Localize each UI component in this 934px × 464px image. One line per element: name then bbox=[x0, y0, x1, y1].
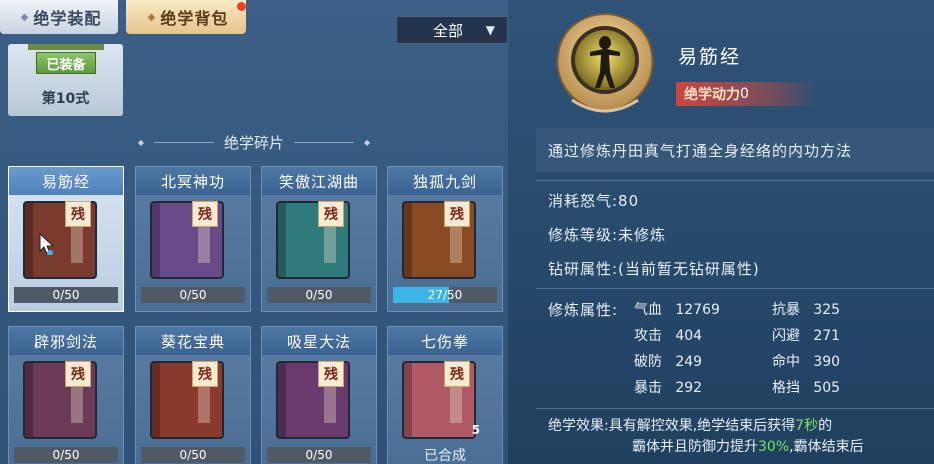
stat-item: 暴击 292 bbox=[634, 380, 703, 396]
pointer-cursor-icon bbox=[39, 233, 55, 255]
progress-text: 27/50 bbox=[427, 288, 463, 302]
stat-item: 气血 12769 bbox=[634, 302, 720, 318]
fragment-card[interactable]: 七伤拳 残 5 已合成 bbox=[387, 326, 503, 464]
filter-dropdown[interactable]: 全部 ▼ bbox=[396, 16, 508, 44]
skill-effect: 绝学效果:具有解控效果,绝学结束后获得7秒的 霸体并且防御力提升30%,霸体结束… bbox=[548, 418, 864, 455]
stat-item: 破防 249 bbox=[634, 354, 703, 370]
fragment-progress: 0/50 bbox=[267, 287, 371, 303]
progress-text: 0/50 bbox=[52, 448, 80, 462]
skill-description: 通过修炼丹田真气打通全身经络的内功方法 bbox=[536, 128, 934, 172]
power-label: 绝学动力 bbox=[684, 87, 740, 103]
notification-dot-icon bbox=[237, 2, 246, 11]
progress-text: 0/50 bbox=[305, 448, 333, 462]
fragment-badge: 残 bbox=[444, 361, 470, 387]
stat-item: 命中 390 bbox=[772, 354, 841, 370]
skill-title: 易筋经 bbox=[678, 46, 742, 68]
progress-text: 0/50 bbox=[305, 288, 333, 302]
effect-label: 绝学效果: bbox=[548, 418, 609, 434]
form-label: 第10式 bbox=[41, 91, 90, 107]
stat-item: 格挡 505 bbox=[772, 380, 841, 396]
equipped-badge: 已装备 bbox=[36, 52, 96, 74]
fragment-name: 吸星大法 bbox=[262, 327, 376, 355]
divider bbox=[536, 288, 934, 289]
rage-cost: 消耗怒气:80 bbox=[548, 192, 640, 210]
chevron-down-icon: ▼ bbox=[485, 23, 495, 37]
skill-power-bar: 绝学动力 0 bbox=[676, 82, 816, 106]
fragment-progress: 0/50 bbox=[141, 447, 245, 463]
fragment-name: 笑傲江湖曲 bbox=[262, 167, 376, 195]
stat-item: 攻击 404 bbox=[634, 328, 703, 344]
divider-line bbox=[153, 141, 214, 143]
diamond-icon: ◆ bbox=[137, 137, 144, 147]
progress-text: 0/50 bbox=[52, 288, 80, 302]
equipped-form-card[interactable]: 已装备 第10式 bbox=[8, 44, 123, 116]
progress-text: 0/50 bbox=[179, 288, 207, 302]
fragment-progress: 0/50 bbox=[14, 287, 118, 303]
fragment-name: 葵花宝典 bbox=[136, 327, 250, 355]
section-title-text: 绝学碎片 bbox=[223, 133, 284, 152]
skill-emblem-icon bbox=[556, 12, 654, 114]
stat-item: 抗暴 325 bbox=[772, 302, 841, 318]
divider bbox=[536, 180, 934, 181]
skill-detail-panel: 易筋经 绝学动力 0 通过修炼丹田真气打通全身经络的内功方法 消耗怒气:80 修… bbox=[508, 0, 934, 464]
fragment-card[interactable]: 辟邪剑法 残 0/50 bbox=[8, 326, 124, 464]
tab-label: 绝学装配 bbox=[33, 9, 102, 28]
divider-line bbox=[294, 141, 354, 143]
fragment-progress: 0/50 bbox=[141, 287, 245, 303]
cultivation-level: 修炼等级:未修炼 bbox=[548, 226, 667, 244]
fragment-name: 辟邪剑法 bbox=[9, 327, 123, 355]
fragment-card[interactable]: 吸星大法 残 0/50 bbox=[261, 326, 377, 464]
fragment-card[interactable]: 独孤九剑 残 27/50 bbox=[387, 166, 503, 312]
fragment-progress: 0/50 bbox=[14, 447, 118, 463]
fragment-card[interactable]: 笑傲江湖曲 残 0/50 bbox=[261, 166, 377, 312]
fragment-name: 易筋经 bbox=[9, 167, 123, 195]
fragment-name: 七伤拳 bbox=[388, 327, 502, 355]
tab-skill-bag[interactable]: ◆ 绝学背包 bbox=[126, 0, 246, 34]
fragment-badge: 残 bbox=[65, 201, 91, 227]
filter-value: 全部 bbox=[433, 21, 464, 40]
game-screen: ◆ 绝学装配 ◆ 绝学背包 全部 ▼ 已装备 第10式 ◆ 绝学碎片 ◆ 易筋经 bbox=[0, 0, 934, 464]
fragment-badge: 残 bbox=[444, 201, 470, 227]
fragment-badge: 残 bbox=[192, 361, 218, 387]
stat-item: 闪避 271 bbox=[772, 328, 841, 344]
skill-bag-panel: ◆ 绝学装配 ◆ 绝学背包 全部 ▼ 已装备 第10式 ◆ 绝学碎片 ◆ 易筋经 bbox=[0, 0, 508, 464]
fragment-badge: 残 bbox=[318, 361, 344, 387]
fragment-badge: 残 bbox=[65, 361, 91, 387]
fragment-progress: 0/50 bbox=[267, 447, 371, 463]
power-value: 0 bbox=[740, 86, 749, 102]
section-title: ◆ 绝学碎片 ◆ bbox=[0, 130, 508, 154]
fragment-count: 5 bbox=[471, 423, 480, 437]
fragment-card[interactable]: 易筋经 残 0/50 bbox=[8, 166, 124, 312]
divider bbox=[536, 408, 934, 409]
fragment-progress: 27/50 bbox=[393, 287, 497, 303]
diamond-icon: ◆ bbox=[147, 11, 157, 23]
fragment-badge: 残 bbox=[192, 201, 218, 227]
skill-thumbnail bbox=[28, 44, 104, 50]
tab-label: 绝学背包 bbox=[160, 9, 229, 28]
fragment-card[interactable]: 葵花宝典 残 0/50 bbox=[135, 326, 251, 464]
fragment-name: 北冥神功 bbox=[136, 167, 250, 195]
research-attributes: 钻研属性:(当前暂无钻研属性) bbox=[548, 260, 760, 278]
progress-text: 0/50 bbox=[179, 448, 207, 462]
fragment-badge: 残 bbox=[318, 201, 344, 227]
synthesized-status: 已合成 bbox=[424, 448, 466, 464]
fragment-name: 独孤九剑 bbox=[388, 167, 502, 195]
diamond-icon: ◆ bbox=[20, 11, 30, 23]
diamond-icon: ◆ bbox=[364, 137, 371, 147]
tab-skill-equip[interactable]: ◆ 绝学装配 bbox=[0, 0, 118, 34]
cultivation-attr-label: 修炼属性: bbox=[548, 301, 619, 319]
fragment-card[interactable]: 北冥神功 残 0/50 bbox=[135, 166, 251, 312]
